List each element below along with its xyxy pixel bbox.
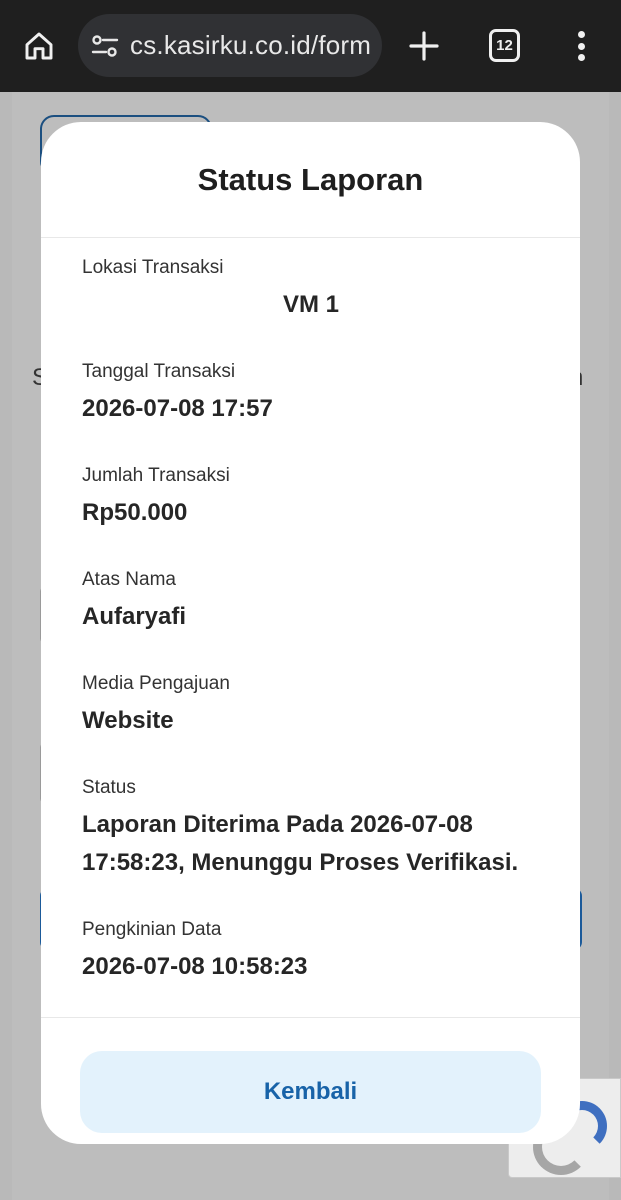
field-status: Status Laporan Diterima Pada 2026-07-08 … [82,776,540,918]
field-label: Pengkinian Data [82,919,222,940]
field-value: 2026-07-08 17:57 [82,395,273,422]
menu-dot [577,42,585,50]
back-button-label: Kembali [263,1078,358,1105]
menu-dot [577,54,585,61]
field-media-pengajuan: Media Pengajuan Website [82,672,540,776]
status-modal: Status Laporan Lokasi Transaksi VM 1 Tan… [41,122,580,1144]
plus-icon [409,31,439,61]
home-icon [25,32,53,60]
field-tanggal-transaksi: Tanggal Transaksi 2026-07-08 17:57 [82,360,540,464]
menu-dot [577,31,585,38]
field-value: Aufaryafi [82,603,187,630]
field-label: Media Pengajuan [82,673,230,694]
field-pengkinian-data: Pengkinian Data 2026-07-08 10:58:23 [82,918,540,998]
new-tab-button[interactable] [404,26,444,66]
modal-body: Lokasi Transaksi VM 1 Tanggal Transaksi … [41,238,580,1018]
field-atas-nama: Atas Nama Aufaryafi [82,568,540,672]
field-value: Laporan Diterima Pada 2026-07-08 17:58:2… [82,811,519,876]
url-text[interactable]: cs.kasirku.co.id/form [130,30,371,61]
home-button[interactable] [18,26,60,66]
field-value: 2026-07-08 10:58:23 [82,953,308,980]
field-lokasi-transaksi: Lokasi Transaksi VM 1 [82,256,540,360]
site-settings-icon[interactable] [90,31,120,61]
modal-header: Status Laporan [41,122,580,238]
back-button[interactable]: Kembali [80,1051,541,1133]
field-value: Rp50.000 [82,499,188,526]
modal-title: Status Laporan [197,161,424,197]
field-label: Atas Nama [82,569,176,590]
field-label: Tanggal Transaksi [82,361,236,382]
more-menu-button[interactable] [566,26,596,66]
browser-toolbar: cs.kasirku.co.id/form 12 [0,0,621,92]
field-label: Status [82,777,136,798]
field-value: Website [82,707,174,734]
field-value: VM 1 [282,291,339,318]
field-label: Jumlah Transaksi [82,465,230,486]
address-bar[interactable]: cs.kasirku.co.id/form [78,14,382,77]
tab-switcher-button[interactable]: 12 [489,29,520,62]
field-jumlah-transaksi: Jumlah Transaksi Rp50.000 [82,464,540,568]
field-label: Lokasi Transaksi [82,257,224,278]
